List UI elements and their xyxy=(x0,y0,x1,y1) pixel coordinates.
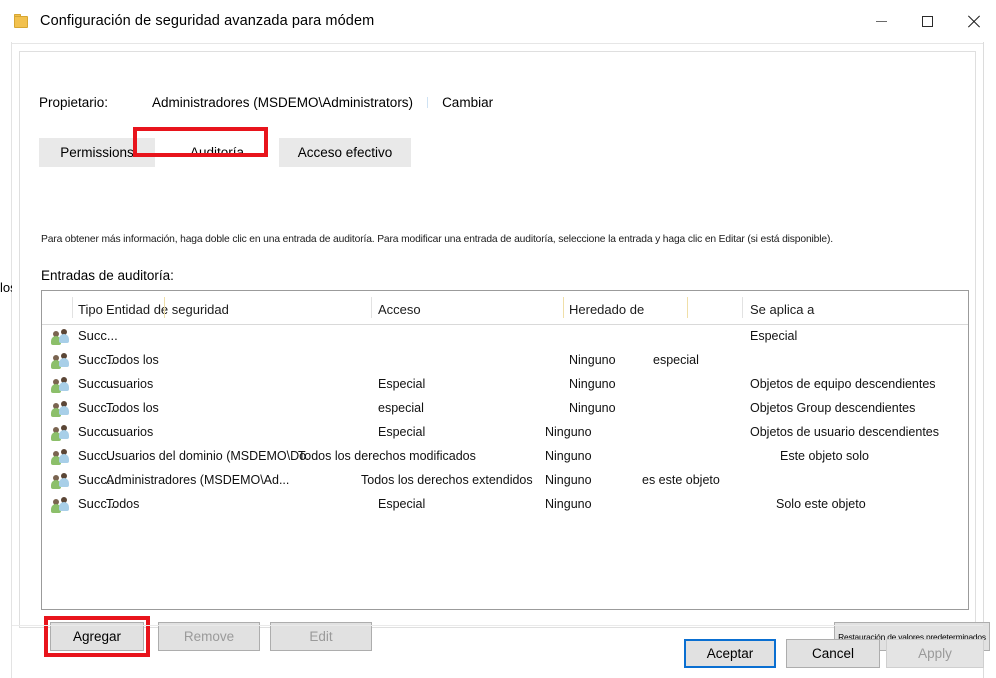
cell-principal-4: usuarios xyxy=(106,425,154,439)
window-title: Configuración de seguridad avanzada para… xyxy=(40,13,375,29)
cell-applies-5: Este objeto solo xyxy=(780,449,869,463)
users-group-icon xyxy=(51,473,71,489)
cell-applies-6: es este objeto xyxy=(642,473,720,487)
column-header-heredado[interactable]: Heredado de xyxy=(569,302,644,317)
description-text: Para obtener más información, haga doble… xyxy=(41,234,833,245)
close-icon xyxy=(967,15,980,28)
header-divider-5[interactable] xyxy=(687,297,688,318)
footer-separator xyxy=(12,625,983,626)
users-group-icon xyxy=(51,401,71,417)
screen: los Configuración de seguridad avanzada … xyxy=(0,0,996,678)
owner-row: Propietario: Administradores (MSDEMO\Adm… xyxy=(39,95,493,110)
header-divider-1[interactable] xyxy=(72,297,73,318)
minimize-icon xyxy=(875,20,887,22)
cell-inherited-1: Ninguno xyxy=(569,353,616,367)
cell-applies-4: Objetos de usuario descendientes xyxy=(750,425,940,439)
header-divider-6[interactable] xyxy=(742,297,743,318)
table-row[interactable]: Succ... Todos los especial Ninguno Objetos G… xyxy=(42,397,968,421)
cell-type-0: Succ... xyxy=(78,328,118,343)
maximize-button[interactable] xyxy=(904,0,950,42)
cell-inherited-6: Ninguno xyxy=(545,473,592,487)
apply-button[interactable]: Apply xyxy=(886,639,984,668)
dialog-content-panel: Propietario: Administradores (MSDEMO\Adm… xyxy=(19,51,990,657)
cancel-button[interactable]: Cancel xyxy=(786,639,880,668)
tab-permissions[interactable]: Permissions xyxy=(39,138,155,167)
cell-principal-1: Todos los xyxy=(106,353,159,367)
cell-inherited-2: Ninguno xyxy=(569,377,616,391)
cell-access-4: Especial xyxy=(378,425,426,439)
cell-access-2: Especial xyxy=(378,377,426,391)
column-header-se-aplica-a[interactable]: Se aplica a xyxy=(750,302,814,317)
table-row[interactable]: Succ... Especial xyxy=(42,325,968,349)
title-bar: Configuración de seguridad avanzada para… xyxy=(0,0,996,42)
users-group-icon xyxy=(51,353,71,369)
table-header-row: Tipo Entidad de seguridad Acceso Heredad… xyxy=(42,291,968,325)
table-row[interactable]: Succ... Todos Especial Ninguno Solo este obj… xyxy=(42,493,968,517)
tab-auditoria[interactable]: Auditoría xyxy=(155,138,279,167)
audit-entries-table[interactable]: Tipo Entidad de seguridad Acceso Heredad… xyxy=(41,290,969,610)
tab-acceso-efectivo[interactable]: Acceso efectivo xyxy=(279,138,411,167)
owner-separator xyxy=(427,97,429,108)
add-button[interactable]: Agregar xyxy=(50,622,144,651)
cell-applies-7: Solo este objeto xyxy=(776,497,866,511)
cell-inherited-3: Ninguno xyxy=(569,401,616,415)
minimize-button[interactable] xyxy=(858,0,904,42)
cell-principal-5: Usuarios del dominio (MSDEMO\Do. xyxy=(106,449,310,463)
close-button[interactable] xyxy=(950,0,996,42)
maximize-icon xyxy=(921,15,933,27)
audit-entries-label: Entradas de auditoría: xyxy=(41,268,174,283)
users-group-icon xyxy=(51,425,71,441)
table-row[interactable]: Succ... Usuarios del dominio (MSDEMO\Do. T… xyxy=(42,445,968,469)
cell-applies-3: Objetos Group descendientes xyxy=(750,401,916,415)
header-divider-3[interactable] xyxy=(371,297,372,318)
owner-label: Propietario: xyxy=(39,95,109,110)
cell-inherited-4: Ninguno xyxy=(545,425,592,439)
table-row[interactable]: Succ... Administradores (MSDEMO\Ad... Todo… xyxy=(42,469,968,493)
ok-button[interactable]: Aceptar xyxy=(684,639,776,668)
cell-access-7: Especial xyxy=(378,497,426,511)
users-group-icon xyxy=(51,329,71,345)
change-owner-link[interactable]: Cambiar xyxy=(442,95,493,110)
cell-access-5: Todos los derechos modificados xyxy=(298,449,476,463)
cell-applies-0: Especial xyxy=(750,329,798,343)
owner-value: Administradores (MSDEMO\Administrators) xyxy=(152,95,414,110)
advanced-security-dialog: Propietario: Administradores (MSDEMO\Adm… xyxy=(12,43,990,678)
cell-inherited-5: Ninguno xyxy=(545,449,592,463)
header-divider-4[interactable] xyxy=(563,297,564,318)
table-row[interactable]: Succ... usuarios Especial Ninguno Objetos de… xyxy=(42,421,968,445)
cell-principal-2: usuarios xyxy=(106,377,154,391)
remove-button[interactable]: Remove xyxy=(158,622,260,651)
users-group-icon xyxy=(51,377,71,393)
background-window-right-edge xyxy=(983,42,984,678)
background-window-right-fill xyxy=(984,42,996,678)
table-row[interactable]: Succ... Todos los Ninguno especial xyxy=(42,349,968,373)
column-header-acceso[interactable]: Acceso xyxy=(378,302,421,317)
cell-principal-6: Administradores (MSDEMO\Ad... xyxy=(106,473,290,487)
cell-access-3: especial xyxy=(378,401,424,415)
cell-principal-3: Todos los xyxy=(106,401,159,415)
cell-applies-2: Objetos de equipo descendientes xyxy=(750,377,936,391)
column-header-entidad[interactable]: Entidad de seguridad xyxy=(106,302,229,317)
users-group-icon xyxy=(51,449,71,465)
table-row[interactable]: Succ... usuarios Especial Ninguno Objetos de… xyxy=(42,373,968,397)
cell-inherited-7: Ninguno xyxy=(545,497,592,511)
users-group-icon xyxy=(51,497,71,513)
cell-principal-7: Todos xyxy=(106,497,140,511)
table-body: Succ... Especial Succ... Todos los Ninguno es… xyxy=(42,325,968,517)
column-header-tipo[interactable]: Tipo xyxy=(78,302,103,317)
tab-strip: Permissions Auditoría Acceso efectivo xyxy=(39,138,959,167)
edit-button[interactable]: Edit xyxy=(270,622,372,651)
header-divider-2[interactable] xyxy=(164,297,165,318)
cell-applies-1: especial xyxy=(653,353,699,367)
window-controls xyxy=(858,0,996,42)
folder-icon xyxy=(14,13,30,29)
cell-access-6: Todos los derechos extendidos xyxy=(361,473,533,487)
